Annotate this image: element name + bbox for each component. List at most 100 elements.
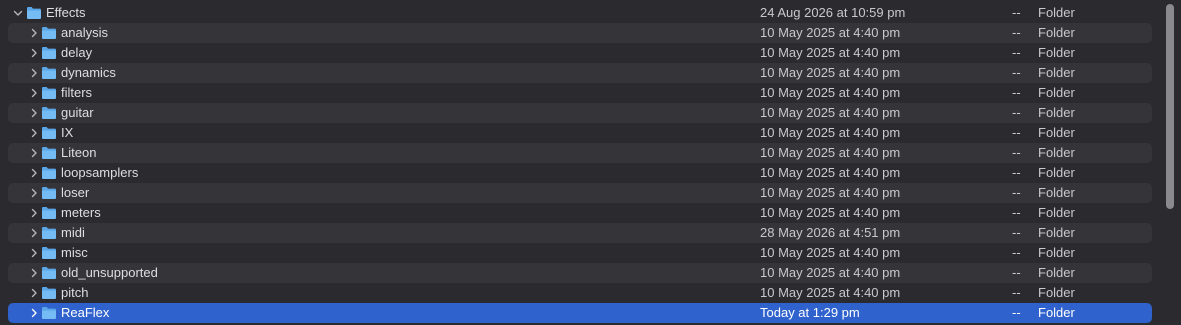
chevron-right-icon[interactable]	[28, 263, 40, 283]
chevron-right-icon[interactable]	[28, 83, 40, 103]
folder-icon	[41, 186, 57, 200]
file-kind: Folder	[1038, 225, 1075, 240]
chevron-right-icon[interactable]	[28, 23, 40, 43]
file-kind: Folder	[1038, 285, 1075, 300]
file-size: --	[1012, 125, 1021, 140]
file-kind: Folder	[1038, 65, 1075, 80]
date-modified: 10 May 2025 at 4:40 pm	[760, 285, 901, 300]
folder-name: pitch	[61, 285, 89, 300]
file-size: --	[1012, 265, 1021, 280]
folder-row-effects[interactable]: Effects 24 Aug 2026 at 10:59 pm -- Folde…	[8, 3, 1152, 23]
folder-name: midi	[61, 225, 85, 240]
file-size: --	[1012, 185, 1021, 200]
file-kind: Folder	[1038, 145, 1075, 160]
folder-row[interactable]: filters 10 May 2025 at 4:40 pm -- Folder	[8, 83, 1152, 103]
folder-row[interactable]: delay 10 May 2025 at 4:40 pm -- Folder	[8, 43, 1152, 63]
date-modified: 10 May 2025 at 4:40 pm	[760, 45, 901, 60]
file-size: --	[1012, 225, 1021, 240]
folder-name: meters	[61, 205, 101, 220]
folder-icon	[41, 206, 57, 220]
folder-icon	[41, 106, 57, 120]
file-size: --	[1012, 245, 1021, 260]
date-modified: 10 May 2025 at 4:40 pm	[760, 65, 901, 80]
folder-name: IX	[61, 125, 74, 140]
folder-row[interactable]: guitar 10 May 2025 at 4:40 pm -- Folder	[8, 103, 1152, 123]
folder-icon	[41, 146, 57, 160]
file-kind: Folder	[1038, 25, 1075, 40]
file-list: Effects 24 Aug 2026 at 10:59 pm -- Folde…	[8, 3, 1152, 323]
folder-icon	[41, 26, 57, 40]
folder-row[interactable]: loser 10 May 2025 at 4:40 pm -- Folder	[8, 183, 1152, 203]
file-kind: Folder	[1038, 305, 1075, 320]
folder-name: loopsamplers	[61, 165, 139, 180]
folder-icon	[41, 66, 57, 80]
file-kind: Folder	[1038, 165, 1075, 180]
chevron-right-icon[interactable]	[28, 163, 40, 183]
chevron-right-icon[interactable]	[28, 143, 40, 163]
folder-name: ReaFlex	[61, 305, 110, 320]
folder-icon	[41, 306, 57, 320]
folder-name: analysis	[61, 25, 108, 40]
date-modified: 10 May 2025 at 4:40 pm	[760, 125, 901, 140]
folder-row[interactable]: IX 10 May 2025 at 4:40 pm -- Folder	[8, 123, 1152, 143]
folder-name: Effects	[46, 5, 86, 20]
folder-name: filters	[61, 85, 93, 100]
folder-row[interactable]: meters 10 May 2025 at 4:40 pm -- Folder	[8, 203, 1152, 223]
date-modified: 10 May 2025 at 4:40 pm	[760, 185, 901, 200]
vertical-scrollbar[interactable]	[1162, 0, 1181, 325]
folder-row[interactable]: old_unsupported 10 May 2025 at 4:40 pm -- F…	[8, 263, 1152, 283]
folder-icon	[41, 226, 57, 240]
file-size: --	[1012, 5, 1021, 20]
folder-row[interactable]: pitch 10 May 2025 at 4:40 pm -- Folder	[8, 283, 1152, 303]
file-kind: Folder	[1038, 85, 1075, 100]
chevron-right-icon[interactable]	[28, 123, 40, 143]
chevron-right-icon[interactable]	[28, 183, 40, 203]
file-size: --	[1012, 105, 1021, 120]
chevron-right-icon[interactable]	[28, 243, 40, 263]
file-browser: Effects 24 Aug 2026 at 10:59 pm -- Folde…	[0, 0, 1181, 325]
folder-icon	[26, 6, 42, 20]
chevron-right-icon[interactable]	[28, 63, 40, 83]
folder-name: guitar	[61, 105, 94, 120]
chevron-right-icon[interactable]	[28, 203, 40, 223]
folder-row[interactable]: misc 10 May 2025 at 4:40 pm -- Folder	[8, 243, 1152, 263]
file-kind: Folder	[1038, 205, 1075, 220]
folder-icon	[41, 246, 57, 260]
folder-row[interactable]: dynamics 10 May 2025 at 4:40 pm -- Folder	[8, 63, 1152, 83]
folder-icon	[41, 126, 57, 140]
folder-name: delay	[61, 45, 93, 60]
folder-row[interactable]: loopsamplers 10 May 2025 at 4:40 pm -- Fold…	[8, 163, 1152, 183]
date-modified: 10 May 2025 at 4:40 pm	[760, 25, 901, 40]
folder-name: misc	[61, 245, 88, 260]
file-kind: Folder	[1038, 5, 1075, 20]
file-size: --	[1012, 45, 1021, 60]
date-modified: 10 May 2025 at 4:40 pm	[760, 265, 901, 280]
file-size: --	[1012, 305, 1021, 320]
file-size: --	[1012, 65, 1021, 80]
file-kind: Folder	[1038, 105, 1075, 120]
chevron-right-icon[interactable]	[28, 43, 40, 63]
folder-name: dynamics	[61, 65, 116, 80]
scroll-thumb[interactable]	[1166, 4, 1174, 209]
folder-row[interactable]: midi 28 May 2026 at 4:51 pm -- Folder	[8, 223, 1152, 243]
folder-row[interactable]: analysis 10 May 2025 at 4:40 pm -- Folder	[8, 23, 1152, 43]
chevron-right-icon[interactable]	[28, 223, 40, 243]
chevron-right-icon[interactable]	[28, 283, 40, 303]
folder-row[interactable]: Liteon 10 May 2025 at 4:40 pm -- Folder	[8, 143, 1152, 163]
chevron-right-icon[interactable]	[28, 303, 40, 323]
file-size: --	[1012, 145, 1021, 160]
folder-row[interactable]: ReaFlex Today at 1:29 pm -- Folder	[8, 303, 1152, 323]
chevron-down-icon[interactable]	[12, 3, 24, 23]
folder-icon	[41, 286, 57, 300]
file-size: --	[1012, 85, 1021, 100]
file-size: --	[1012, 285, 1021, 300]
date-modified: 24 Aug 2026 at 10:59 pm	[760, 5, 906, 20]
folder-icon	[41, 266, 57, 280]
file-size: --	[1012, 25, 1021, 40]
date-modified: 10 May 2025 at 4:40 pm	[760, 145, 901, 160]
chevron-right-icon[interactable]	[28, 103, 40, 123]
date-modified: 10 May 2025 at 4:40 pm	[760, 245, 901, 260]
folder-name: old_unsupported	[61, 265, 158, 280]
file-kind: Folder	[1038, 185, 1075, 200]
file-kind: Folder	[1038, 125, 1075, 140]
